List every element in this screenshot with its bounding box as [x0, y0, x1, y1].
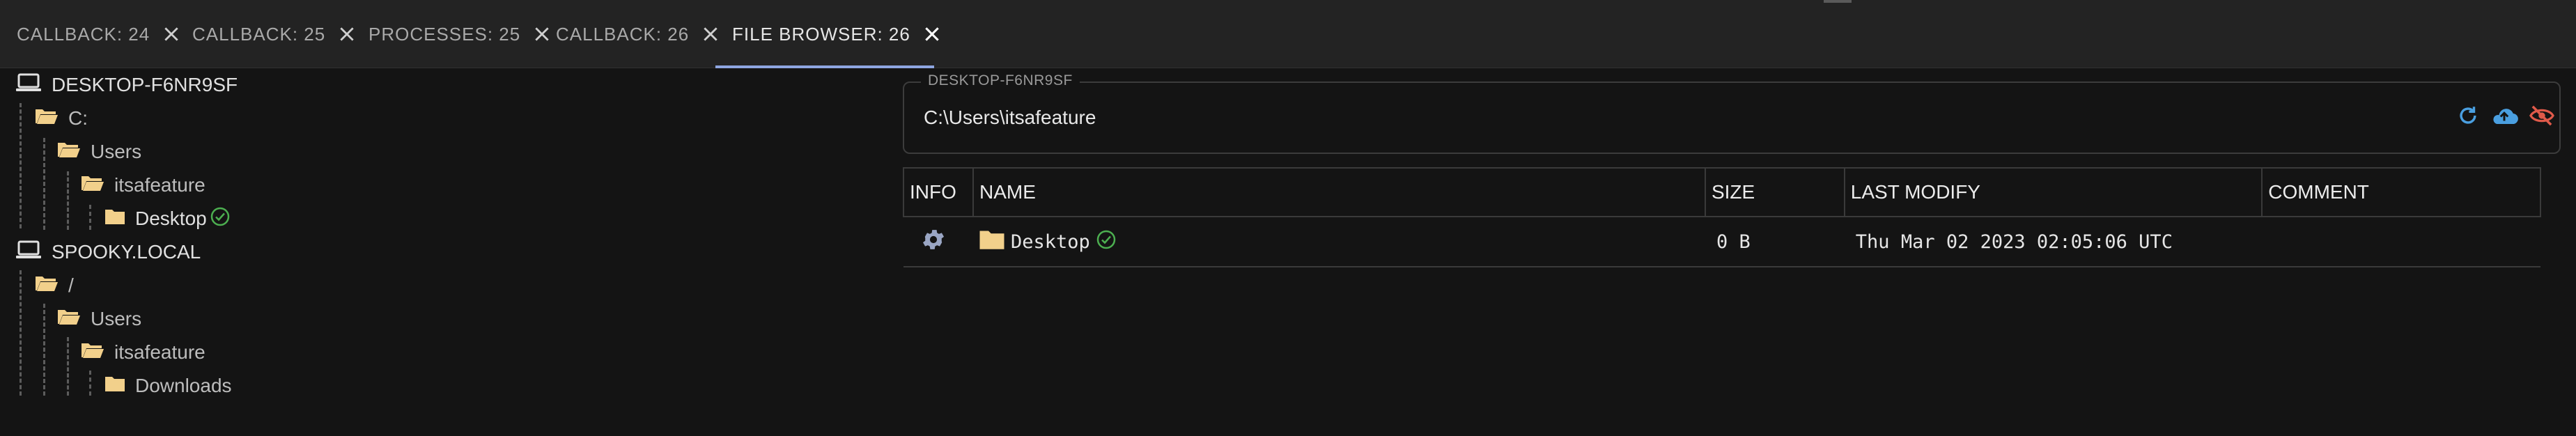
folder-open-icon	[81, 341, 104, 364]
path-input-value[interactable]: C:\Users\itsafeature	[924, 107, 1096, 129]
tab-file-browser-26[interactable]: FILE BROWSER: 26	[715, 0, 939, 68]
tab-label: CALLBACK: 25	[192, 23, 326, 45]
tree-guide	[20, 103, 22, 228]
close-icon[interactable]	[923, 25, 941, 43]
window-edge-marker	[1824, 0, 1852, 3]
tree-folder[interactable]: C:	[35, 102, 88, 135]
tree-guide	[43, 138, 45, 230]
folder-label: Users	[91, 308, 142, 329]
tree-folder[interactable]: Users	[57, 135, 141, 169]
host-name: SPOOKY.LOCAL	[52, 241, 201, 263]
folder-label: /	[68, 274, 74, 296]
folder-open-icon	[57, 141, 81, 164]
tree-folder-selected[interactable]: Desktop	[104, 202, 231, 235]
info-cell	[903, 217, 973, 267]
check-circle-icon	[1096, 229, 1117, 255]
laptop-icon	[15, 240, 42, 265]
folder-label: C:	[68, 107, 88, 129]
file-name[interactable]: Desktop	[1011, 231, 1090, 253]
path-actions	[2456, 104, 2555, 131]
tree-folder[interactable]: itsafeature	[81, 336, 205, 369]
tree-guide	[89, 205, 91, 230]
tree-guide	[67, 171, 69, 230]
tree-guide	[43, 304, 45, 396]
path-field[interactable]: DESKTOP-F6NR9SF C:\Users\itsafeature	[903, 72, 2561, 154]
laptop-icon	[15, 72, 42, 98]
tab-label: FILE BROWSER: 26	[732, 23, 910, 45]
folder-open-icon	[81, 174, 104, 197]
cloud-upload-icon[interactable]	[2490, 104, 2519, 131]
check-circle-icon	[210, 206, 231, 232]
folder-label: Users	[91, 141, 142, 162]
column-header-last-modify[interactable]: LAST MODIFY	[1843, 167, 2263, 217]
folder-icon	[104, 375, 125, 397]
file-table: INFO NAME SIZE LAST MODIFY COMMENT Deskt…	[903, 167, 2541, 267]
eye-off-icon[interactable]	[2529, 104, 2555, 131]
tab-label: CALLBACK: 24	[17, 23, 150, 45]
column-header-comment[interactable]: COMMENT	[2261, 167, 2541, 217]
tree-host-desktop[interactable]: DESKTOP-F6NR9SF	[15, 68, 238, 102]
tab-callback-26[interactable]: CALLBACK: 26	[539, 0, 736, 68]
tree-folder[interactable]: itsafeature	[81, 169, 205, 202]
gear-icon[interactable]	[920, 229, 947, 258]
size-cell: 0 B	[1705, 217, 1845, 267]
tab-callback-24[interactable]: CALLBACK: 24	[0, 0, 197, 68]
folder-icon	[104, 208, 125, 230]
tree-folder[interactable]: Downloads	[104, 369, 232, 403]
tree-guide	[20, 270, 22, 396]
folder-open-icon	[57, 308, 81, 331]
tree-host-spooky[interactable]: SPOOKY.LOCAL	[15, 235, 201, 269]
file-tree: DESKTOP-F6NR9SF C: Users itsafeature Des…	[0, 68, 871, 436]
column-header-name[interactable]: NAME	[972, 167, 1706, 217]
folder-open-icon	[35, 107, 59, 130]
folder-label: Downloads	[135, 375, 232, 396]
column-header-size[interactable]: SIZE	[1704, 167, 1845, 217]
tab-callback-25[interactable]: CALLBACK: 25	[176, 0, 373, 68]
tree-folder[interactable]: /	[35, 269, 74, 302]
folder-icon	[979, 229, 1005, 255]
tab-bar: CALLBACK: 24 CALLBACK: 25 PROCESSES: 25 …	[0, 0, 2576, 68]
name-cell: Desktop	[972, 217, 1705, 267]
refresh-icon[interactable]	[2456, 104, 2480, 131]
tab-label: PROCESSES: 25	[368, 23, 521, 45]
tab-processes-25[interactable]: PROCESSES: 25	[352, 0, 568, 68]
folder-label: itsafeature	[114, 174, 205, 196]
tree-guide	[67, 337, 69, 396]
folder-label: itsafeature	[114, 341, 205, 363]
host-name: DESKTOP-F6NR9SF	[52, 74, 238, 95]
table-row[interactable]: Desktop 0 B Thu Mar 02 2023 02:05:06 UTC	[903, 217, 2540, 267]
table-header-row: INFO NAME SIZE LAST MODIFY COMMENT	[903, 167, 2541, 217]
tab-label: CALLBACK: 26	[556, 23, 690, 45]
tree-folder[interactable]: Users	[57, 302, 141, 336]
comment-cell[interactable]	[2262, 217, 2540, 267]
tree-guide	[89, 371, 91, 396]
last-modify-cell: Thu Mar 02 2023 02:05:06 UTC	[1844, 217, 2263, 267]
column-header-info[interactable]: INFO	[903, 167, 974, 217]
path-field-legend: DESKTOP-F6NR9SF	[921, 72, 1080, 89]
folder-open-icon	[35, 274, 59, 297]
folder-label: Desktop	[135, 208, 207, 229]
